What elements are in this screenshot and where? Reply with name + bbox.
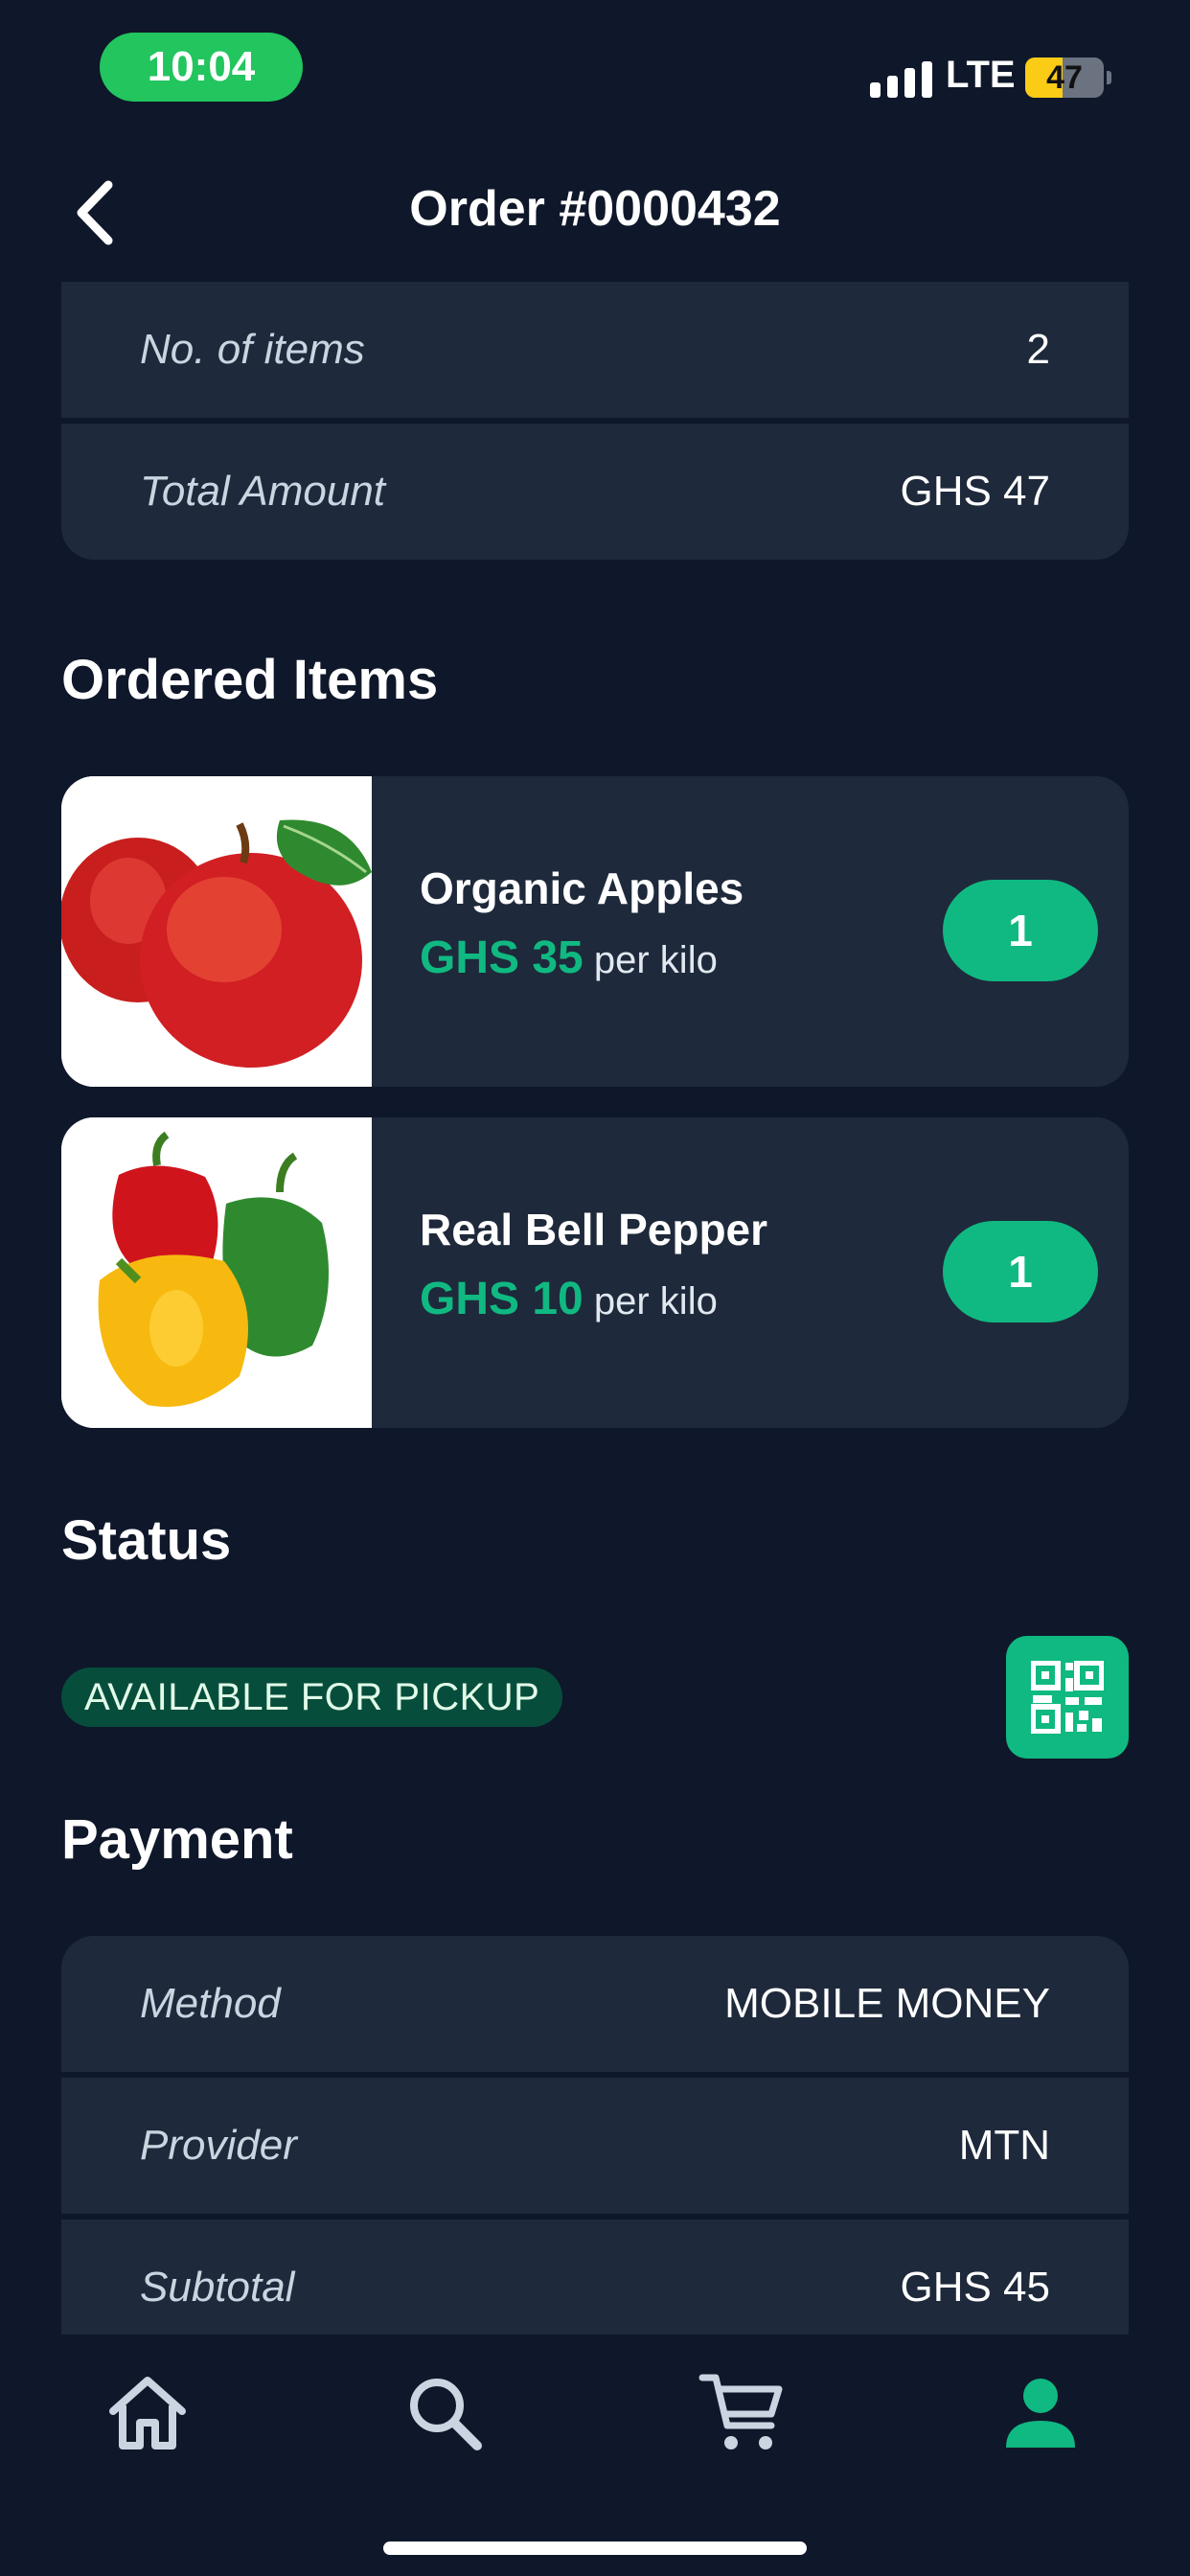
- payment-row-method: Method MOBILE MONEY: [61, 1936, 1129, 2072]
- nav-profile[interactable]: [993, 2365, 1088, 2461]
- payment-label: Subtotal: [140, 2264, 295, 2311]
- order-item-card[interactable]: Real Bell Pepper GHS 10 per kilo 1: [61, 1117, 1129, 1428]
- header: Order #0000432: [0, 153, 1190, 268]
- apple-icon: [61, 776, 372, 1087]
- order-summary-card: No. of items 2 Total Amount GHS 47: [61, 282, 1129, 560]
- item-quantity-badge: 1: [943, 880, 1098, 981]
- item-unit: per kilo: [593, 1280, 718, 1322]
- item-price: GHS 35: [420, 932, 584, 983]
- battery-nub: [1107, 71, 1111, 84]
- item-quantity-badge: 1: [943, 1221, 1098, 1322]
- signal-icon: [870, 59, 932, 98]
- summary-row-items: No. of items 2: [61, 282, 1129, 418]
- summary-row-total: Total Amount GHS 47: [61, 424, 1129, 560]
- page-title: Order #0000432: [409, 181, 781, 237]
- payment-value: GHS 45: [900, 2264, 1050, 2311]
- item-price-line: GHS 35 per kilo: [420, 932, 718, 984]
- status-badge: AVAILABLE FOR PICKUP: [61, 1668, 563, 1727]
- home-indicator: [383, 2542, 807, 2555]
- payment-value: MTN: [958, 2122, 1050, 2169]
- summary-label: No. of items: [140, 326, 365, 373]
- profile-icon: [1006, 2379, 1075, 2448]
- item-name: Real Bell Pepper: [420, 1205, 768, 1254]
- item-price-line: GHS 10 per kilo: [420, 1273, 718, 1325]
- summary-value: 2: [1026, 326, 1050, 373]
- nav-home[interactable]: [100, 2365, 195, 2461]
- nav-search[interactable]: [397, 2365, 492, 2461]
- payment-value: MOBILE MONEY: [724, 1980, 1050, 2027]
- item-unit: per kilo: [593, 939, 718, 981]
- payment-label: Method: [140, 1980, 281, 2027]
- status-heading: Status: [61, 1509, 232, 1572]
- payment-card: Method MOBILE MONEY Provider MTN Subtota…: [61, 1936, 1129, 2361]
- search-icon: [410, 2379, 482, 2450]
- battery-level: 47: [1046, 58, 1083, 96]
- status-time: 10:04: [100, 33, 303, 102]
- summary-value: GHS 47: [900, 468, 1050, 515]
- pepper-icon: [61, 1117, 372, 1428]
- item-price: GHS 10: [420, 1274, 584, 1324]
- apples-image: [61, 776, 372, 1087]
- payment-heading: Payment: [61, 1808, 293, 1871]
- ordered-items-heading: Ordered Items: [61, 649, 439, 711]
- payment-label: Provider: [140, 2122, 297, 2169]
- summary-label: Total Amount: [140, 468, 386, 515]
- status-bar: 10:04 LTE 47: [0, 0, 1190, 134]
- payment-row-provider: Provider MTN: [61, 2078, 1129, 2214]
- home-icon: [109, 2377, 186, 2450]
- item-name: Organic Apples: [420, 863, 744, 913]
- order-item-card[interactable]: Organic Apples GHS 35 per kilo 1: [61, 776, 1129, 1087]
- network-type: LTE: [946, 54, 1016, 96]
- nav-cart[interactable]: [694, 2365, 790, 2461]
- bottom-nav: [0, 2334, 1190, 2576]
- battery-icon: 47: [1025, 58, 1104, 98]
- qr-code-icon: [1031, 1661, 1104, 1734]
- qr-code-button[interactable]: [1006, 1636, 1129, 1759]
- bell-pepper-image: [61, 1117, 372, 1428]
- cart-icon: [698, 2374, 783, 2450]
